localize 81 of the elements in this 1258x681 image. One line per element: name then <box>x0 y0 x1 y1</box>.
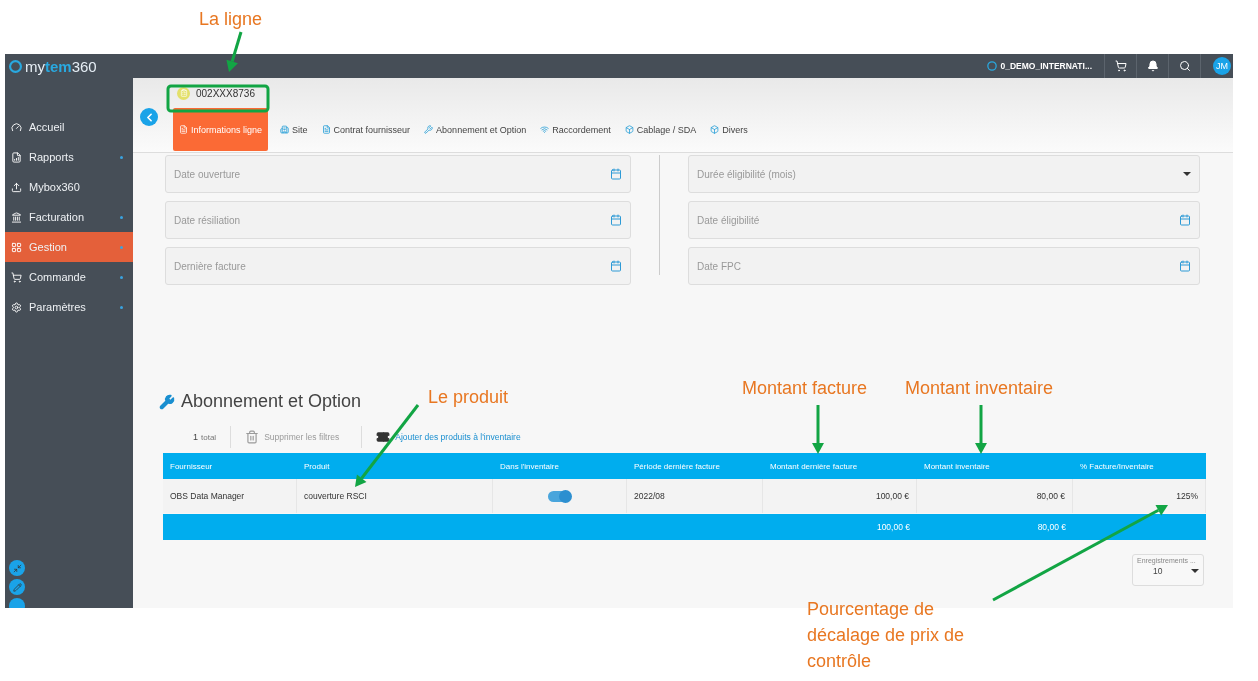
date-field[interactable]: Date FPC <box>688 247 1200 285</box>
annotation: Montant inventaire <box>905 377 1054 400</box>
column-header[interactable]: Période dernière facture <box>627 453 763 479</box>
cart-icon <box>11 271 22 283</box>
select-field[interactable]: Durée éligibilité (mois) <box>688 155 1200 193</box>
document-icon <box>321 125 331 134</box>
section-title: Abonnement et Option <box>181 391 362 412</box>
ticket-icon <box>376 430 391 444</box>
sidebar-item[interactable]: Mybox360 <box>5 172 133 202</box>
date-field[interactable]: Date résiliation <box>165 201 631 239</box>
total-cell-text: 100,00 € <box>875 521 911 534</box>
edit-button[interactable] <box>9 579 25 595</box>
back-button[interactable] <box>140 108 158 126</box>
building-icon <box>280 125 290 134</box>
calendar-icon <box>610 168 622 180</box>
sidebar-item[interactable]: Paramètres <box>5 292 133 322</box>
add-products-button[interactable]: Ajouter des produits à l'inventaire <box>376 430 521 444</box>
sidebar-item[interactable]: Rapports <box>5 142 133 172</box>
arrow <box>226 31 243 72</box>
search-icon[interactable] <box>1178 60 1191 72</box>
wifi-icon <box>540 125 550 134</box>
cube-icon <box>624 125 634 134</box>
total-label: total <box>201 432 217 442</box>
gear-icon <box>11 301 22 313</box>
column-header[interactable]: Montant dernière facture <box>763 453 917 479</box>
caret-icon <box>1183 172 1191 176</box>
annotation: La ligne <box>199 8 263 31</box>
tab[interactable]: Cablage / SDA <box>622 108 699 151</box>
calendar-icon <box>610 260 622 272</box>
column-header[interactable]: Dans l'inventaire <box>493 453 627 479</box>
column-header[interactable]: % Facture/Inventaire <box>1073 453 1206 479</box>
gauge-icon <box>11 121 22 133</box>
annotation: Montant facture <box>742 377 868 400</box>
table-cell: 80,00 € <box>917 479 1073 513</box>
calendar-icon <box>610 214 622 226</box>
column-header[interactable]: Fournisseur <box>163 453 297 479</box>
circle-icon <box>986 61 997 71</box>
tab[interactable]: Abonnement et Option <box>422 108 529 151</box>
report-icon <box>11 151 22 163</box>
trash-icon <box>245 430 260 444</box>
tab[interactable]: Divers <box>708 108 750 151</box>
logo: mytem360 <box>5 57 133 75</box>
arrow <box>812 405 824 454</box>
date-field[interactable]: Date éligibilité <box>688 201 1200 239</box>
user-avatar[interactable]: JM <box>1213 57 1231 75</box>
inventory-toggle[interactable] <box>548 490 571 502</box>
tab[interactable]: Raccordement <box>538 108 613 151</box>
calendar-icon <box>1179 260 1191 272</box>
upload-icon <box>11 181 22 193</box>
sidebar-item[interactable]: Accueil <box>5 112 133 142</box>
calendar-icon <box>1179 214 1191 226</box>
cart-icon[interactable] <box>1114 60 1127 72</box>
total-cell-text: 80,00 € <box>1036 521 1067 534</box>
tab[interactable]: Contrat fournisseur <box>319 108 413 151</box>
column-header[interactable]: Produit <box>297 453 493 479</box>
line-id: 002XXX8736 <box>196 87 255 99</box>
date-field[interactable]: Date ouverture <box>165 155 631 193</box>
document-icon <box>179 125 188 134</box>
tab[interactable]: Informations ligne <box>173 108 269 151</box>
date-field[interactable]: Dernière facture <box>165 247 631 285</box>
grid-icon <box>11 241 22 253</box>
wrench-icon <box>424 125 434 134</box>
annotation: Pourcentage de décalage de prix de contrôle <box>807 598 966 673</box>
column-header[interactable]: Montant inventaire <box>917 453 1073 479</box>
table-cell: 100,00 € <box>763 479 917 513</box>
total-count: 1 <box>193 432 198 442</box>
pencil-icon <box>12 582 22 592</box>
cube-icon <box>710 125 720 134</box>
sidebar-item[interactable]: Facturation <box>5 202 133 232</box>
arrow <box>975 405 987 454</box>
bank-icon <box>11 211 22 223</box>
collapse-icon <box>12 563 22 573</box>
collapse-button[interactable] <box>9 560 25 576</box>
sidebar-item[interactable]: Commande <box>5 262 133 292</box>
tab[interactable]: Site <box>278 108 310 151</box>
sidebar-item[interactable]: Gestion <box>5 232 133 262</box>
wrench-icon <box>159 393 175 410</box>
bell-icon[interactable] <box>1146 60 1159 72</box>
table-cell: OBS Data Manager <box>163 479 297 513</box>
table-cell: 2022/08 <box>627 479 763 513</box>
annotation: Le produit <box>428 386 509 409</box>
